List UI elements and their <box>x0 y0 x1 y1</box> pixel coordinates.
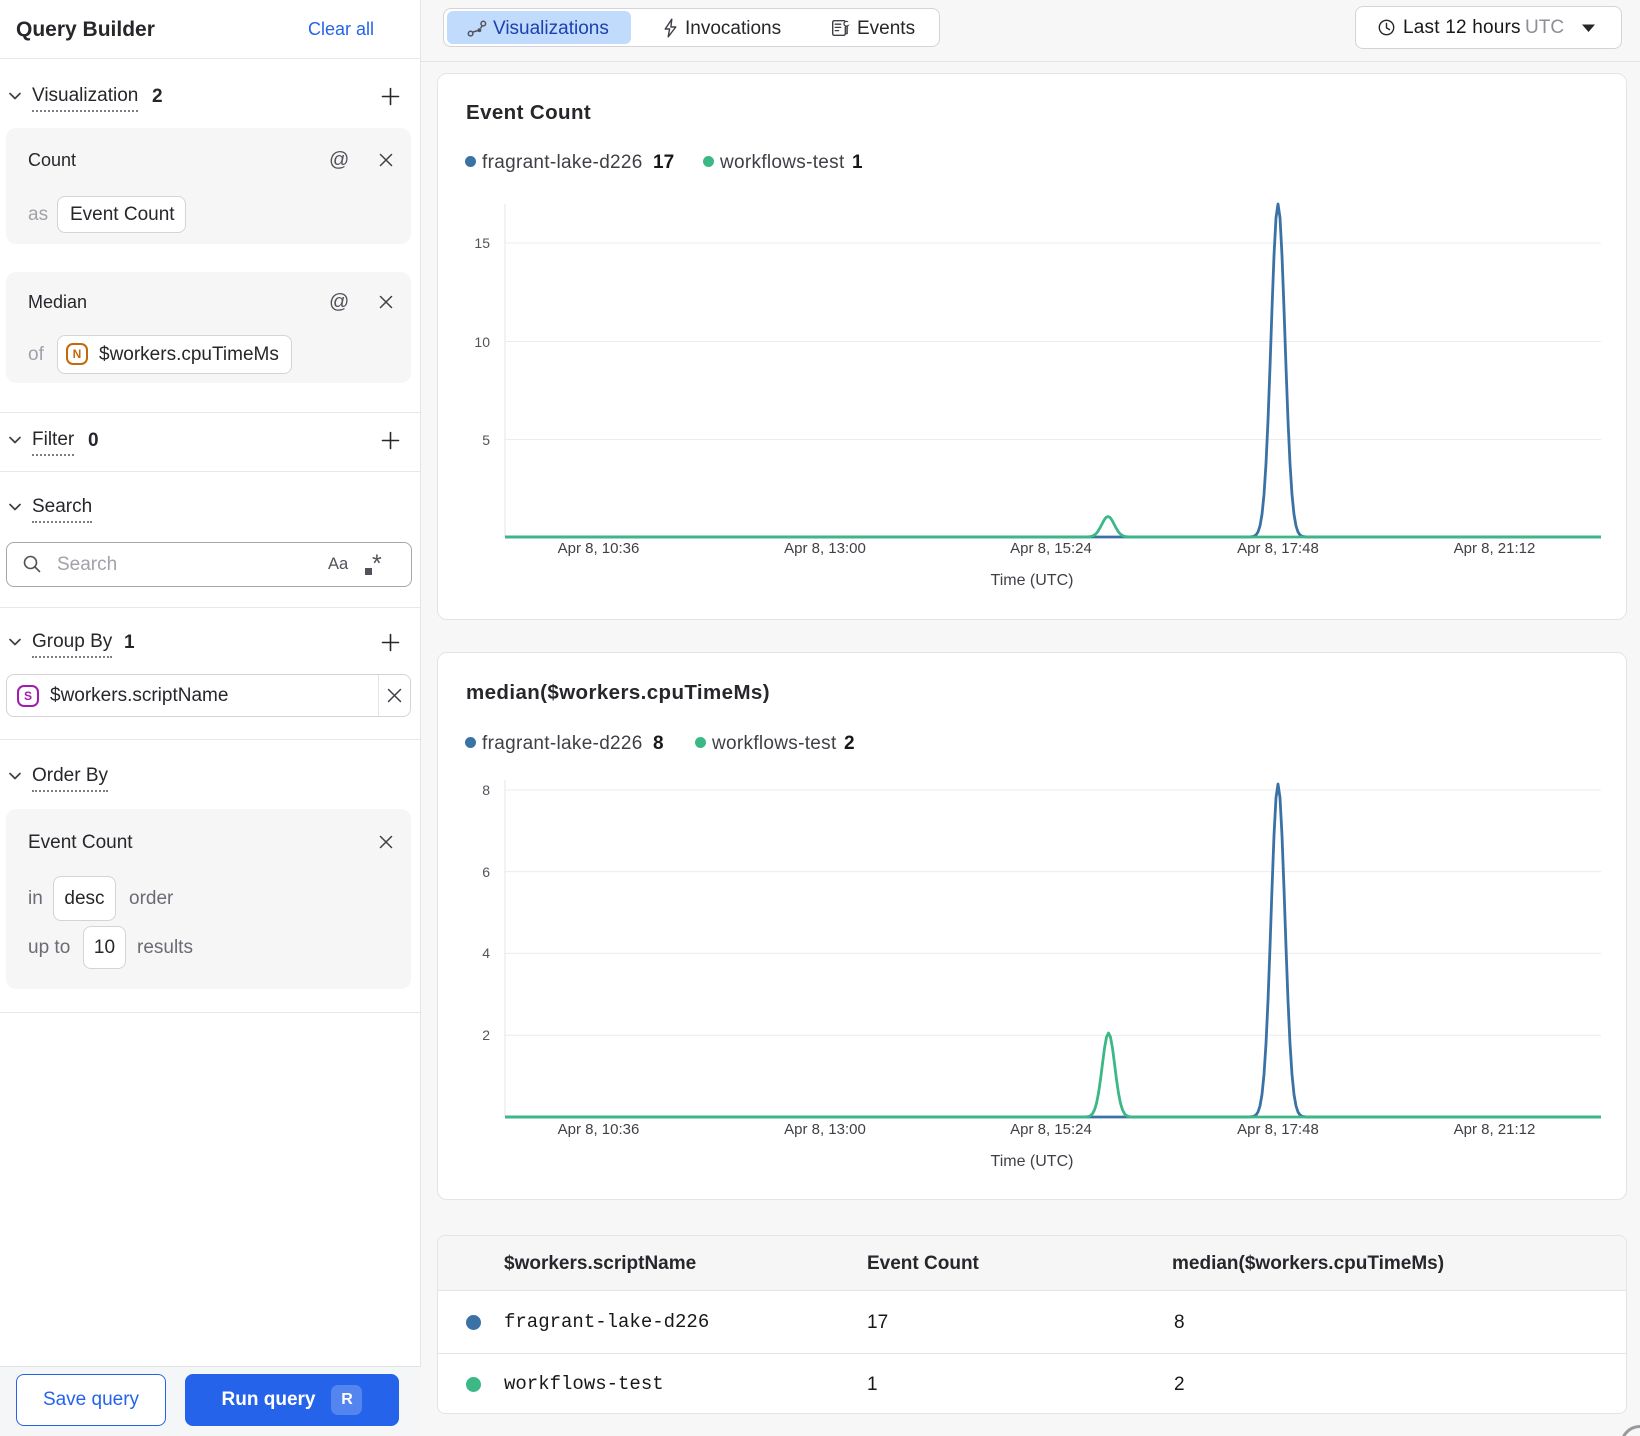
svg-text:*: * <box>372 550 382 578</box>
